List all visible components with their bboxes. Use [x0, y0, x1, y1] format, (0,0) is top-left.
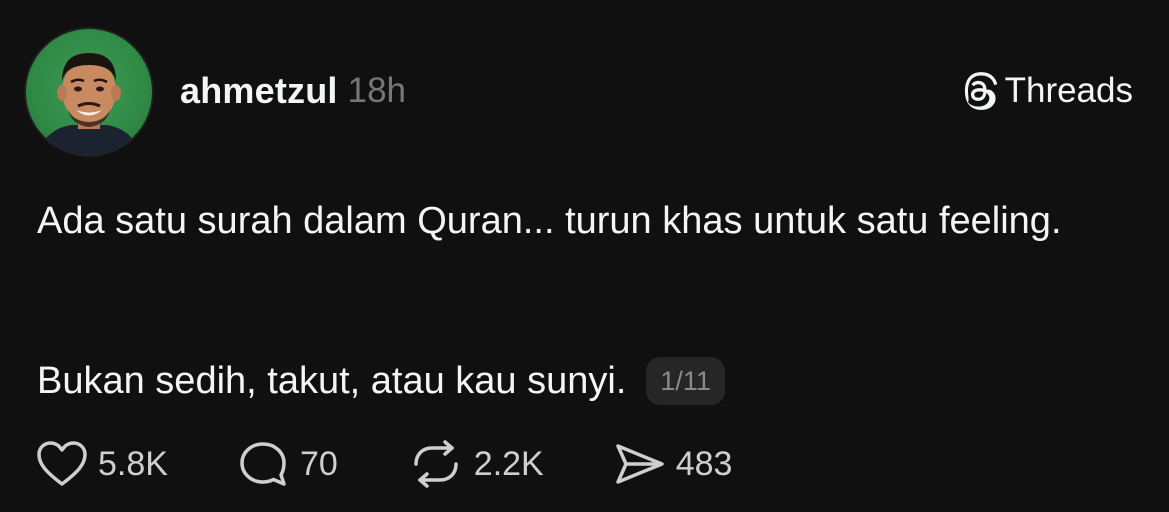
threads-brand: Threads — [959, 68, 1133, 114]
share-icon — [615, 444, 664, 484]
comment-icon — [240, 442, 286, 486]
heart-icon — [37, 441, 87, 486]
like-count: 5.8K — [98, 444, 168, 483]
repost-button[interactable]: 2.2K — [408, 440, 544, 488]
threads-post: ahmetzul 18h Threads Ada satu surah dala… — [0, 0, 1169, 512]
like-button[interactable]: 5.8K — [36, 440, 168, 488]
post-paragraph: Ada satu surah dalam Quran... turun khas… — [37, 200, 1062, 242]
action-bar: 5.8K 70 2.2K 483 — [36, 438, 802, 490]
avatar[interactable] — [24, 27, 154, 157]
threads-logo-icon — [964, 72, 997, 110]
post-header: ahmetzul 18h — [180, 66, 406, 116]
post-paragraph-2-row: Bukan sedih, takut, atau kau sunyi. 1/11 — [37, 350, 725, 412]
post-paragraph: Bukan sedih, takut, atau kau sunyi. — [37, 360, 627, 402]
repost-count: 2.2K — [473, 444, 544, 483]
username[interactable]: ahmetzul — [180, 70, 338, 112]
post-body: Ada satu surah dalam Quran... turun khas… — [37, 190, 1137, 252]
thread-counter-badge: 1/11 — [646, 357, 725, 405]
avatar-photo — [36, 53, 142, 155]
share-button[interactable]: 483 — [614, 440, 733, 488]
post-timestamp: 18h — [347, 71, 407, 110]
brand-label: Threads — [1004, 71, 1133, 110]
repost-icon — [414, 440, 458, 488]
share-count: 483 — [675, 444, 733, 483]
reply-count: 70 — [299, 444, 338, 483]
reply-button[interactable]: 70 — [238, 440, 338, 488]
